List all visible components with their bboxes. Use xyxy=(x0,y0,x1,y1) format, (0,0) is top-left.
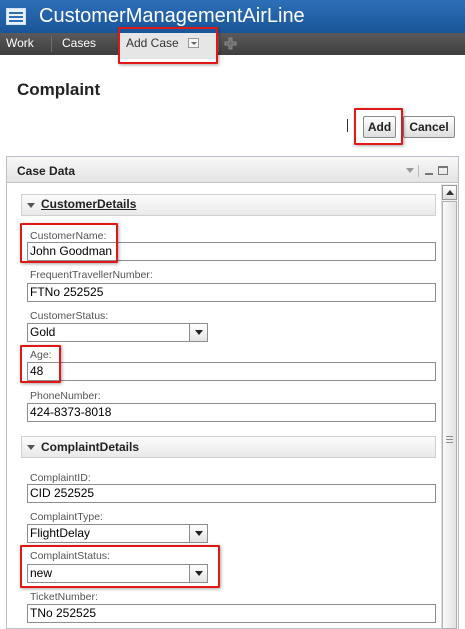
ticket-number-field[interactable]: TNo 252525 xyxy=(27,604,436,623)
scrollbar-thumb[interactable] xyxy=(442,201,457,629)
chevron-down-icon[interactable] xyxy=(189,565,207,582)
section-title[interactable]: CustomerDetails xyxy=(41,197,136,211)
maximize-icon[interactable] xyxy=(438,166,448,175)
cancel-button[interactable]: Cancel xyxy=(403,116,455,138)
field-label: PhoneNumber: xyxy=(30,390,101,402)
phone-number-field[interactable]: 424-8373-8018 xyxy=(27,403,436,422)
add-button[interactable]: Add xyxy=(363,116,396,138)
field-label: CustomerName: xyxy=(30,230,107,242)
field-label: Age: xyxy=(30,349,52,361)
scroll-grip-icon xyxy=(446,436,453,445)
field-label: TicketNumber: xyxy=(30,591,98,603)
minimize-icon[interactable] xyxy=(425,173,433,175)
tab-divider xyxy=(218,36,219,52)
section-title[interactable]: ComplaintDetails xyxy=(41,440,139,454)
panel-title: Case Data xyxy=(17,164,76,178)
plus-icon[interactable] xyxy=(224,37,237,50)
collapse-arrow-icon[interactable] xyxy=(27,445,35,450)
app-window-icon xyxy=(6,8,26,25)
age-field[interactable]: 48 xyxy=(27,362,436,381)
select-value: Gold xyxy=(30,325,56,339)
collapse-arrow-icon[interactable] xyxy=(27,203,35,208)
customer-name-field[interactable]: John Goodman xyxy=(27,242,436,261)
customer-status-select[interactable]: Gold xyxy=(27,323,208,342)
field-label: ComplaintID: xyxy=(30,472,91,484)
tab-add-case-label: Add Case xyxy=(126,36,179,50)
divider xyxy=(418,165,419,177)
select-value: FlightDelay xyxy=(30,526,91,540)
select-value: new xyxy=(30,566,53,580)
complaint-id-field[interactable]: CID 252525 xyxy=(27,484,436,503)
complaint-status-select[interactable]: new xyxy=(27,564,208,583)
complaint-type-select[interactable]: FlightDelay xyxy=(27,524,208,543)
text-cursor xyxy=(347,119,348,132)
chevron-down-icon[interactable] xyxy=(188,38,199,48)
field-label: ComplaintStatus: xyxy=(30,550,110,562)
chevron-down-icon[interactable] xyxy=(189,525,207,542)
chevron-down-icon[interactable] xyxy=(189,324,207,341)
field-label: CustomerStatus: xyxy=(30,310,109,322)
app-title: CustomerManagementAirLine xyxy=(39,5,305,27)
scroll-up-icon[interactable] xyxy=(442,185,457,200)
tab-divider xyxy=(51,36,52,52)
frequent-traveller-number-field[interactable]: FTNo 252525 xyxy=(27,283,436,302)
field-label: FrequentTravellerNumber: xyxy=(30,269,153,281)
field-label: ComplaintType: xyxy=(30,511,103,523)
page-title: Complaint xyxy=(17,80,101,99)
panel-menu-icon[interactable] xyxy=(406,168,414,173)
tab-cases[interactable]: Cases xyxy=(56,33,102,55)
tab-work[interactable]: Work xyxy=(0,33,40,55)
tab-add-case[interactable]: Add Case xyxy=(118,33,218,59)
